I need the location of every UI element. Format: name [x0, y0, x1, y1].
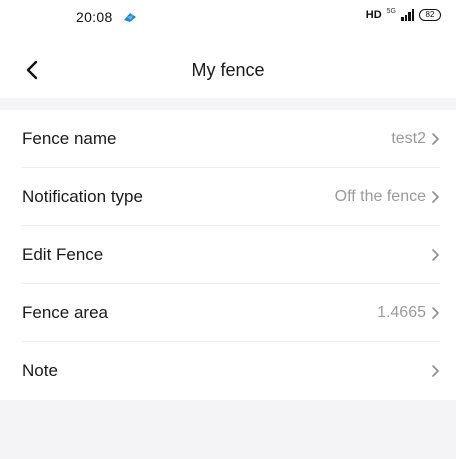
bottom-empty-area	[0, 400, 456, 459]
row-label: Fence area	[22, 303, 108, 322]
battery-icon: 82	[419, 9, 441, 21]
status-bar: 20:08 HD 5G 82	[0, 0, 456, 36]
fence-settings-list: Fence name test2 Notification type Off t…	[0, 110, 456, 400]
hd-indicator: HD	[365, 9, 382, 21]
section-divider	[0, 98, 456, 110]
chevron-right-icon	[432, 249, 439, 261]
row-value: test2	[391, 130, 426, 147]
row-label: Edit Fence	[22, 245, 104, 264]
edit-fence-row[interactable]: Edit Fence	[0, 226, 456, 284]
chevron-right-icon	[432, 133, 439, 145]
fence-area-row[interactable]: Fence area 1.4665	[0, 284, 456, 342]
page-title: My fence	[191, 60, 265, 80]
row-label: Fence name	[22, 129, 117, 148]
row-value: Off the fence	[334, 188, 426, 205]
status-indicators: HD 5G 82	[365, 7, 441, 21]
chevron-right-icon	[432, 191, 439, 203]
row-label: Note	[22, 361, 58, 380]
signal-strength-icon	[401, 9, 414, 21]
notification-type-row[interactable]: Notification type Off the fence	[0, 168, 456, 226]
title-bar: My fence	[0, 44, 456, 96]
my-fence-screen: 20:08 HD 5G 82 My fence Fence name test2…	[0, 0, 456, 459]
row-label: Notification type	[22, 187, 143, 206]
fence-name-row[interactable]: Fence name test2	[0, 110, 456, 168]
network-type: 5G	[386, 7, 396, 15]
app-notification-icon	[123, 10, 137, 22]
status-time: 20:08	[76, 9, 113, 25]
row-value: 1.4665	[377, 304, 426, 321]
chevron-right-icon	[432, 365, 439, 377]
chevron-right-icon	[432, 307, 439, 319]
note-row[interactable]: Note	[0, 342, 456, 400]
